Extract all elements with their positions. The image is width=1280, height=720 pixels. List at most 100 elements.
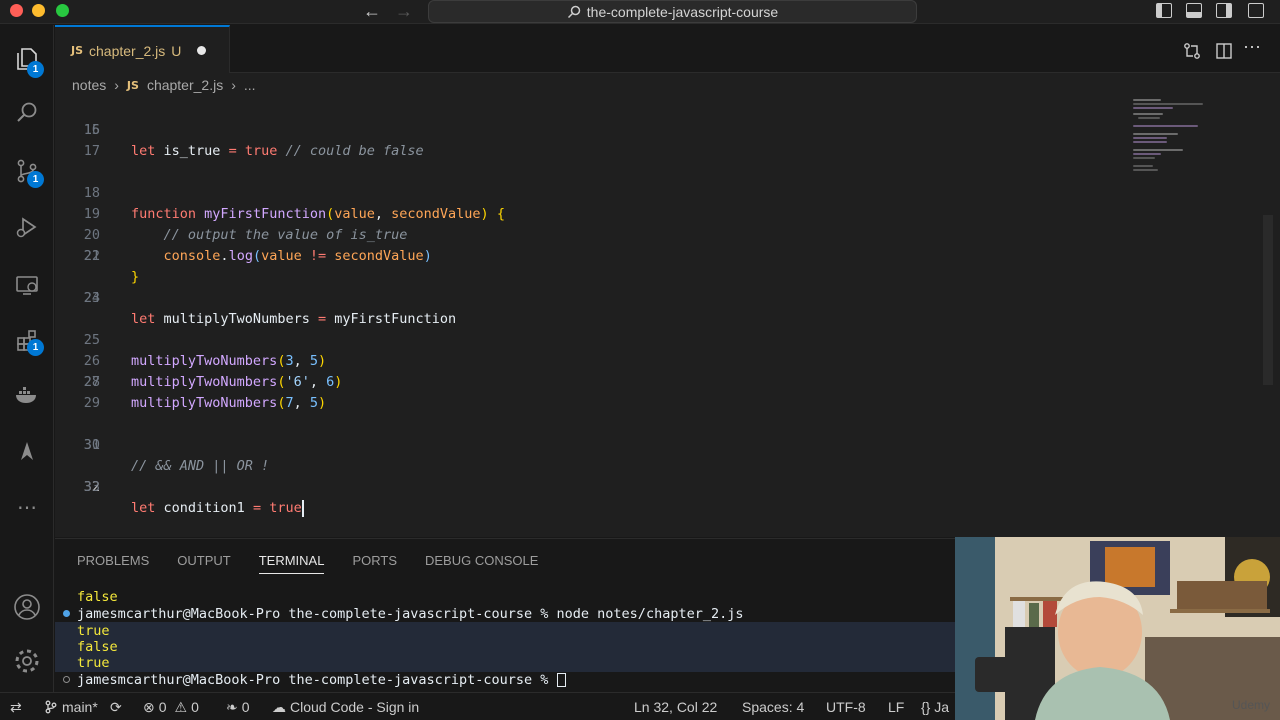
close-window-button[interactable] <box>10 4 23 17</box>
code-line: 24 <box>55 288 1115 309</box>
compare-changes-icon[interactable] <box>1183 42 1201 60</box>
line-number: 17 <box>83 143 100 159</box>
docker-icon[interactable] <box>0 375 54 415</box>
chevron-right-icon: › <box>231 77 236 93</box>
end-of-line[interactable]: LF <box>888 693 904 720</box>
search-icon <box>567 5 581 18</box>
sync-icon[interactable]: ⟳ <box>110 693 122 720</box>
terminal[interactable]: false jamesmcarthur@MacBook-Pro the-comp… <box>55 589 955 693</box>
tab-terminal[interactable]: TERMINAL <box>258 553 325 574</box>
split-editor-icon[interactable] <box>1215 42 1233 60</box>
activity-bar: 1 1 1 ⋯ <box>0 25 54 692</box>
customize-layout-icon[interactable] <box>1248 3 1264 18</box>
branch-indicator[interactable]: main* <box>44 693 98 720</box>
code-line: 28 <box>55 372 1115 393</box>
code-line: 16 <box>55 120 1115 141</box>
untracked-status: U <box>171 42 182 59</box>
terminal-cursor <box>556 673 566 687</box>
terminal-output-line: true <box>77 655 110 671</box>
toggle-panel-icon[interactable] <box>1186 3 1202 18</box>
git-branch-icon <box>45 700 57 714</box>
settings-gear-icon[interactable] <box>0 641 54 681</box>
cursor-position[interactable]: Ln 32, Col 22 <box>634 693 717 720</box>
udemy-watermark: Udemy <box>1231 698 1270 712</box>
explorer-badge: 1 <box>27 61 44 78</box>
code-line: 21 } <box>55 225 1115 285</box>
extensions-icon[interactable] <box>0 321 54 361</box>
tab-problems[interactable]: PROBLEMS <box>77 553 149 574</box>
minimize-window-button[interactable] <box>32 4 45 17</box>
command-success-icon[interactable] <box>63 610 70 617</box>
back-arrow-icon[interactable]: ← <box>363 1 381 21</box>
minimap[interactable] <box>1130 97 1230 187</box>
tab-output[interactable]: OUTPUT <box>177 553 230 574</box>
bottom-panel: PROBLEMS OUTPUT TERMINAL PORTS DEBUG CON… <box>55 538 955 692</box>
language-mode[interactable]: {} Ja <box>921 693 949 720</box>
editor-tab-bar: JS chapter_2.js U ⋯ <box>55 25 1280 74</box>
maximize-window-button[interactable] <box>56 4 69 17</box>
remote-explorer-icon[interactable] <box>0 265 54 305</box>
webcam-image <box>955 537 1280 720</box>
antenna-icon: ❧ <box>226 698 238 715</box>
javascript-file-icon: JS <box>126 78 139 92</box>
line-number: 22 <box>83 248 100 264</box>
problems-indicator[interactable]: ⊗ 0 ⚠ 0 <box>143 693 199 720</box>
indentation[interactable]: Spaces: 4 <box>742 693 804 720</box>
line-number: 33 <box>83 479 100 495</box>
code-line: 22 <box>55 246 1115 267</box>
terminal-output-line: true <box>77 623 110 639</box>
error-icon: ⊗ <box>143 698 155 715</box>
code-line: 20 console.log(value != secondValue) <box>55 204 1115 264</box>
code-editor[interactable]: 15 let is_true = true // could be false … <box>55 97 1280 537</box>
tab-chapter-2-js[interactable]: JS chapter_2.js U <box>55 25 230 74</box>
forward-arrow-icon[interactable]: → <box>395 1 413 21</box>
code-line: 23 let multiplyTwoNumbers = myFirstFunct… <box>55 267 1115 327</box>
status-bar: ⇄ main* ⟳ ⊗ 0 ⚠ 0 ❧ 0 ☁ Cloud Code - Sig… <box>0 692 955 720</box>
search-icon[interactable] <box>0 93 54 133</box>
tab-ports[interactable]: PORTS <box>352 553 397 574</box>
code-line: 25 multiplyTwoNumbers(3, 5) <box>55 309 1115 369</box>
extensions-badge: 1 <box>27 339 44 356</box>
breadcrumb-file[interactable]: chapter_2.js <box>147 77 223 93</box>
chevron-right-icon: › <box>114 77 119 93</box>
toggle-secondary-sidebar-icon[interactable] <box>1216 3 1232 18</box>
command-center-search[interactable]: the-complete-javascript-course <box>428 0 917 23</box>
code-line: 32 let condition1 = true <box>55 456 1115 517</box>
source-control-icon[interactable] <box>0 151 54 191</box>
ports-indicator[interactable]: ❧ 0 <box>226 693 250 720</box>
remote-indicator-icon[interactable]: ⇄ <box>10 693 22 720</box>
workspace-title: the-complete-javascript-course <box>586 3 779 20</box>
code-line: 30 // && AND || OR ! <box>55 414 1115 474</box>
cloud-icon: ☁ <box>272 698 286 715</box>
line-number: 29 <box>83 395 100 411</box>
more-actions-icon[interactable]: ⋯ <box>1243 37 1261 58</box>
breadcrumb-more[interactable]: ... <box>244 77 256 93</box>
javascript-file-icon: JS <box>71 44 84 57</box>
code-line: 31 <box>55 435 1115 456</box>
code-line: 26 multiplyTwoNumbers('6', 6) <box>55 330 1115 390</box>
line-number: 31 <box>83 437 100 453</box>
toggle-primary-sidebar-icon[interactable] <box>1156 3 1172 18</box>
title-bar: ← → the-complete-javascript-course <box>0 0 1280 24</box>
tab-debug-console[interactable]: DEBUG CONSOLE <box>425 553 538 574</box>
encoding[interactable]: UTF-8 <box>826 693 866 720</box>
breadcrumb: notes › JS chapter_2.js › ... <box>55 73 1280 97</box>
warning-icon: ⚠ <box>174 698 188 715</box>
terminal-command-line: jamesmcarthur@MacBook-Pro the-complete-j… <box>77 606 744 622</box>
cloud-code-icon[interactable] <box>0 431 54 471</box>
source-control-badge: 1 <box>27 171 44 188</box>
cloud-code-status[interactable]: ☁ Cloud Code - Sign in <box>272 693 419 720</box>
command-pending-icon[interactable] <box>63 676 70 683</box>
accounts-icon[interactable] <box>0 587 54 627</box>
code-line: 15 let is_true = true // could be false <box>55 99 1115 159</box>
line-number: 24 <box>83 290 100 306</box>
run-debug-icon[interactable] <box>0 207 54 247</box>
text-cursor <box>301 499 304 517</box>
vertical-scrollbar[interactable] <box>1263 215 1273 385</box>
line-number: 28 <box>83 374 100 390</box>
line-number: 16 <box>83 122 100 138</box>
breadcrumb-folder[interactable]: notes <box>72 77 106 93</box>
more-views-icon[interactable]: ⋯ <box>0 487 54 527</box>
tab-label: chapter_2.js <box>89 42 166 59</box>
unsaved-dot-icon[interactable] <box>197 46 207 55</box>
